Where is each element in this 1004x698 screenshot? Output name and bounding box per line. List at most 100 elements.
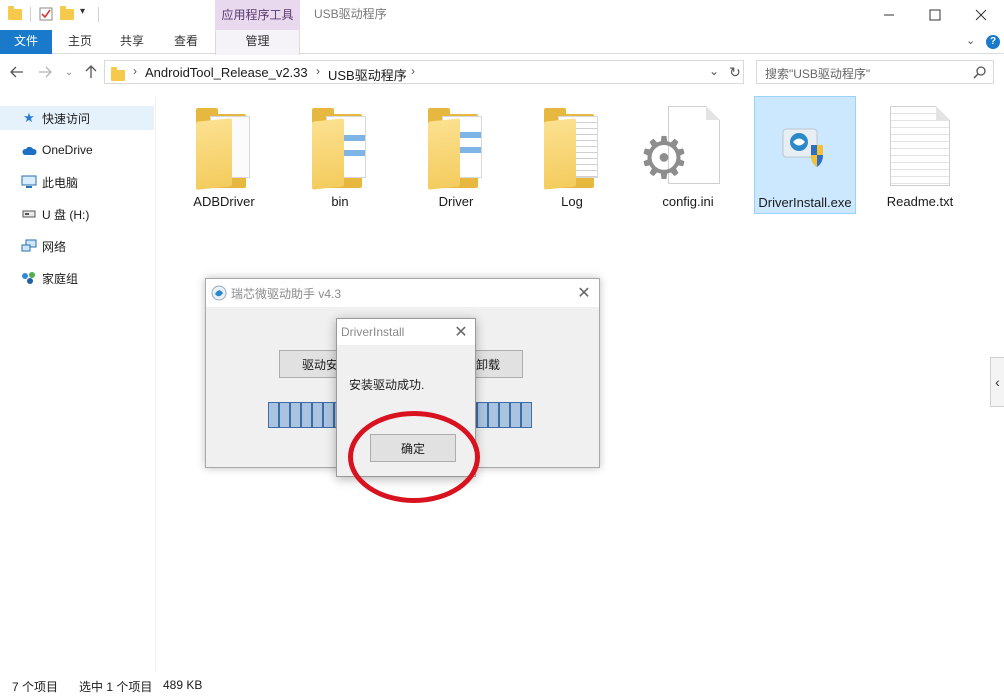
sidebar-item-network[interactable]: 网络 [0,234,154,258]
file-item-log[interactable]: Log [522,96,622,214]
progress-segment [312,402,323,428]
folder-icon [8,6,24,22]
file-item-readme-txt[interactable]: Readme.txt [870,96,970,214]
file-item-config-ini[interactable]: ⚙ config.ini [638,96,738,214]
selection-count: 选中 1 个项目 [79,680,153,694]
tab-share[interactable]: 共享 [108,30,156,54]
sidebar-item-quick-access[interactable]: ★ 快速访问 [0,106,154,130]
folder-icon [111,67,125,81]
cloud-icon [21,142,37,158]
new-folder-icon[interactable] [60,6,76,22]
maximize-button[interactable] [912,0,958,30]
text-file-icon [890,106,950,186]
sidebar-item-this-pc[interactable]: 此电脑 [0,170,154,194]
gear-icon: ⚙ [638,126,690,191]
progress-segment [290,402,301,428]
computer-icon [21,174,37,190]
sidebar-item-label: U 盘 (H:) [42,207,90,222]
navigation-pane: ★ 快速访问 OneDrive 此电脑 U 盘 (H:) 网络 家庭组 [0,96,156,671]
sidebar-item-homegroup[interactable]: 家庭组 [0,266,154,290]
customize-toolbar-icon[interactable]: ▾ [80,6,96,22]
tab-home[interactable]: 主页 [56,30,104,54]
ribbon-tabs: 文件 主页 共享 查看 管理 ⌄ ? [0,30,1004,55]
homegroup-icon [21,270,37,286]
dialog-title-bar: 瑞芯微驱动助手 v4.3 ✕ [206,279,599,307]
file-item-driver[interactable]: Driver [406,96,506,214]
file-item-adbdriver[interactable]: ADBDriver [174,96,274,214]
sidebar-item-label: 快速访问 [42,111,91,126]
application-tools-context-tab: 应用程序工具 [215,0,300,30]
progress-segment [323,402,334,428]
installer-shield-icon [781,125,827,169]
tab-file[interactable]: 文件 [0,30,52,54]
file-label: config.ini [662,194,714,209]
forward-icon[interactable] [36,63,54,81]
app-logo-icon [211,285,227,301]
sidebar-item-onedrive[interactable]: OneDrive [0,138,154,162]
file-label: Readme.txt [886,194,954,209]
title-bar: ▾ 应用程序工具 USB驱动程序 [0,0,1004,30]
minimize-button[interactable] [866,0,912,30]
address-dropdown-icon[interactable]: ⌄ [709,64,719,78]
file-item-driverinstall-exe[interactable]: DriverInstall.exe [754,96,856,214]
usb-drive-icon [21,206,37,222]
file-label: Driver [438,194,474,209]
breadcrumb-current[interactable]: USB驱动程序 [328,65,407,84]
progress-segment [279,402,290,428]
close-button[interactable] [958,0,1004,30]
message-text: 安装驱动成功. [349,378,425,392]
minimize-icon [884,14,894,16]
sidebar-item-label: 家庭组 [42,271,79,286]
recent-locations-icon[interactable]: ⌄ [60,63,78,81]
dialog-title: 瑞芯微驱动助手 v4.3 [231,287,342,301]
pane-toggle-chevron-icon[interactable]: ‹ [990,357,1004,407]
folder-icon [312,108,370,190]
file-label: Log [561,194,583,209]
sidebar-item-usb-drive[interactable]: U 盘 (H:) [0,202,154,226]
sidebar-item-label: 此电脑 [42,175,79,190]
chevron-down-icon[interactable]: ⌄ [966,34,975,47]
refresh-icon[interactable]: ↻ [726,63,744,81]
dialog-title: DriverInstall [341,325,405,339]
progress-segment [521,402,532,428]
up-icon[interactable] [82,63,100,81]
file-item-bin[interactable]: bin [290,96,390,214]
close-icon[interactable]: ✕ [451,322,471,342]
folder-icon [196,108,254,190]
close-icon [975,9,987,21]
tab-manage[interactable]: 管理 [215,30,300,55]
help-icon[interactable]: ? [986,35,1000,49]
close-icon[interactable]: ✕ [574,283,594,303]
sidebar-item-label: OneDrive [42,143,93,157]
dialog-title-bar: DriverInstall ✕ [337,319,475,345]
search-input[interactable]: 搜索"USB驱动程序" [765,65,870,82]
back-icon[interactable] [8,63,26,81]
navigation-bar: ⌄ › AndroidTool_Release_v2.33 › USB驱动程序 … [0,55,1004,89]
window-title: USB驱动程序 [314,7,387,21]
search-box[interactable]: 搜索"USB驱动程序" [756,60,994,84]
status-bar: 7 个项目 选中 1 个项目 489 KB [0,674,1004,698]
progress-segment [477,402,488,428]
star-icon: ★ [23,110,35,125]
breadcrumb-parent[interactable]: AndroidTool_Release_v2.33 [145,65,308,80]
progress-segment [301,402,312,428]
maximize-icon [929,9,941,21]
highlight-annotation [348,411,480,503]
network-icon [21,238,37,254]
item-count: 7 个项目 [12,680,59,694]
folder-icon [544,108,602,190]
properties-icon[interactable] [38,6,54,22]
file-label: ADBDriver [193,194,255,209]
progress-segment [510,402,521,428]
progress-segment [268,402,279,428]
search-icon[interactable] [973,65,987,79]
progress-segment [488,402,499,428]
sidebar-item-label: 网络 [42,239,67,254]
folder-icon [428,108,486,190]
tab-view[interactable]: 查看 [160,30,212,54]
file-label: bin [331,194,349,209]
progress-segment [499,402,510,428]
address-bar[interactable]: › AndroidTool_Release_v2.33 › USB驱动程序 › … [104,60,744,84]
file-label: DriverInstall.exe [758,195,852,210]
selection-size: 489 KB [163,678,203,692]
